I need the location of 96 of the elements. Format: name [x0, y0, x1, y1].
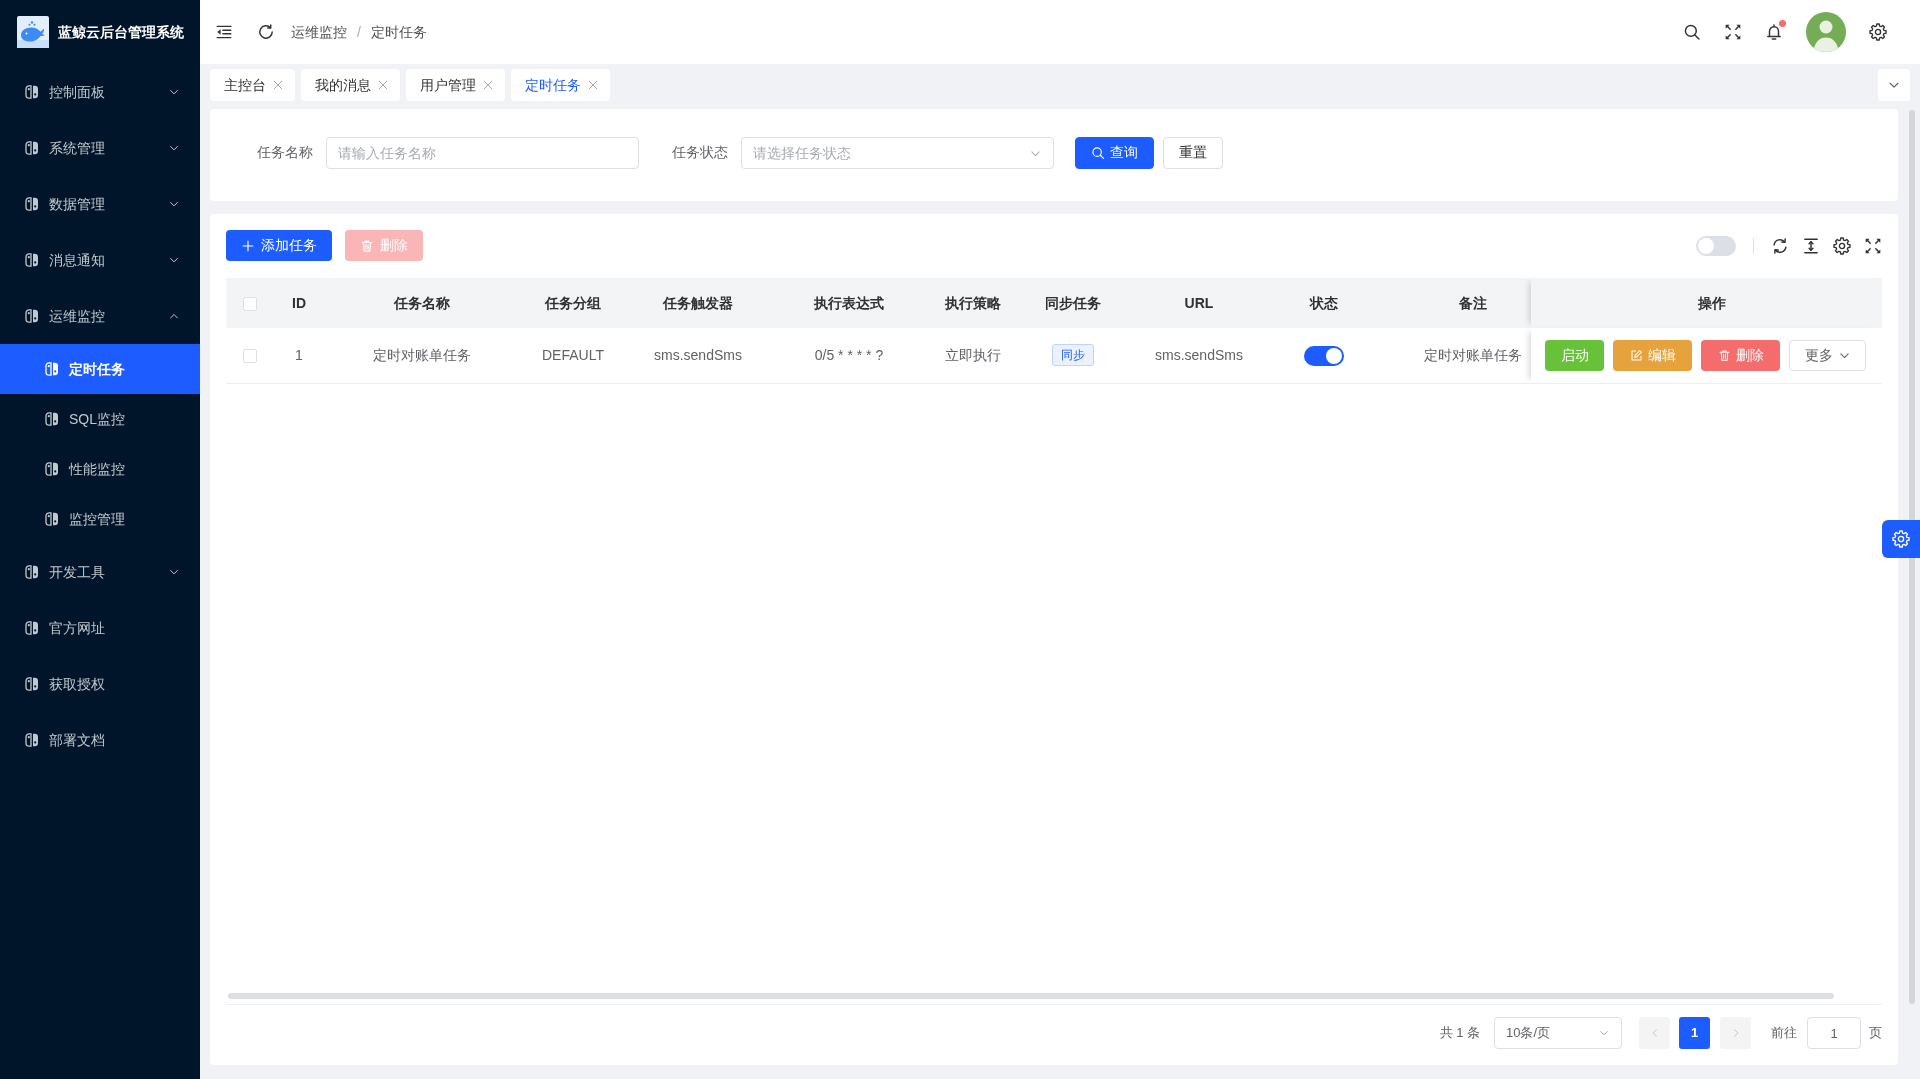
- sidebar-item[interactable]: 开发工具: [0, 544, 200, 600]
- table-cell: sms.sendSms: [1128, 328, 1270, 383]
- row-checkbox[interactable]: [243, 349, 257, 364]
- close-icon[interactable]: [483, 80, 493, 90]
- status-switch[interactable]: [1304, 345, 1344, 366]
- select-all-checkbox[interactable]: [243, 296, 257, 311]
- close-icon[interactable]: [588, 80, 598, 90]
- page-tab[interactable]: 定时任务: [511, 69, 610, 101]
- app-title: 蓝鲸云后台管理系统: [58, 22, 184, 42]
- column-header: 备注: [1378, 278, 1531, 328]
- table-cell: DEFAULT: [520, 328, 626, 383]
- column-header: 操作: [1531, 278, 1882, 328]
- reset-button[interactable]: 重置: [1163, 136, 1223, 169]
- controller-icon: [44, 511, 60, 527]
- page-unit-label: 页: [1869, 1024, 1882, 1043]
- controller-icon: [44, 361, 60, 377]
- field-label: 任务状态: [672, 143, 728, 162]
- sidebar-item[interactable]: 监控管理: [0, 494, 200, 544]
- horizontal-scrollbar[interactable]: [228, 993, 1834, 999]
- sidebar-item[interactable]: 部署文档: [0, 712, 200, 768]
- breadcrumb-current: 定时任务: [370, 22, 427, 42]
- controller-icon: [24, 308, 40, 324]
- column-header: URL: [1128, 278, 1270, 328]
- text-input[interactable]: 请输入任务名称: [326, 136, 639, 169]
- breadcrumb-link[interactable]: 运维监控: [291, 21, 347, 43]
- search-button[interactable]: 查询: [1075, 136, 1154, 169]
- refresh-icon[interactable]: [1771, 236, 1789, 255]
- sidebar-item[interactable]: 控制面板: [0, 64, 200, 120]
- trash-icon: [1717, 348, 1731, 362]
- table-cell: 1: [274, 328, 324, 383]
- refresh-icon[interactable]: [257, 23, 275, 41]
- breadcrumb-separator: /: [357, 22, 361, 42]
- user-avatar[interactable]: [1806, 12, 1846, 52]
- table-cell: 0/5 * * * * ?: [770, 328, 928, 383]
- page-button[interactable]: 1: [1679, 1017, 1710, 1049]
- sidebar-item[interactable]: 数据管理: [0, 176, 200, 232]
- column-header: ID: [274, 278, 324, 328]
- edit-icon: [1629, 348, 1643, 362]
- close-icon[interactable]: [273, 80, 283, 90]
- total-count: 共 1 条: [1439, 1024, 1480, 1043]
- settings-float-button[interactable]: [1882, 520, 1920, 558]
- vertical-scrollbar[interactable]: [1909, 110, 1915, 1004]
- controller-icon: [24, 84, 40, 100]
- column-header: 同步任务: [1018, 278, 1128, 328]
- search-icon: [1091, 145, 1105, 160]
- search-icon[interactable]: [1683, 23, 1701, 41]
- toggle-switch[interactable]: [1696, 235, 1736, 256]
- controller-icon: [24, 732, 40, 748]
- sidebar-item[interactable]: SQL监控: [0, 394, 200, 444]
- more-button[interactable]: 更多: [1789, 339, 1866, 371]
- column-header: 执行策略: [928, 278, 1018, 328]
- select-field[interactable]: 请选择任务状态: [741, 136, 1054, 169]
- table-cell: sms.sendSms: [626, 328, 770, 383]
- controller-icon: [24, 676, 40, 692]
- column-header: 任务名称: [324, 278, 520, 328]
- page-tab[interactable]: 我的消息: [301, 69, 400, 101]
- fullscreen-icon[interactable]: [1724, 23, 1742, 41]
- bell-icon[interactable]: [1765, 23, 1783, 41]
- page-tab[interactable]: 用户管理: [406, 69, 505, 101]
- controller-icon: [24, 564, 40, 580]
- controller-icon: [44, 461, 60, 477]
- menu-icon[interactable]: [215, 23, 233, 41]
- field-label: 任务名称: [257, 143, 313, 162]
- settings-icon[interactable]: [1869, 23, 1887, 41]
- controller-icon: [24, 620, 40, 636]
- plus-icon: [241, 238, 255, 253]
- add-button[interactable]: 添加任务: [226, 230, 332, 261]
- settings-icon[interactable]: [1833, 236, 1851, 255]
- column-header: 执行表达式: [770, 278, 928, 328]
- table-cell: 定时对账单任务: [324, 328, 520, 383]
- trash-icon: [360, 238, 374, 253]
- close-icon[interactable]: [378, 80, 388, 90]
- fullscreen-icon[interactable]: [1864, 236, 1882, 255]
- column-header: 任务分组: [520, 278, 626, 328]
- controller-icon: [24, 140, 40, 156]
- column-header: 任务触发器: [626, 278, 770, 328]
- page-tab[interactable]: 主控台: [210, 69, 295, 101]
- column-header: 状态: [1270, 278, 1378, 328]
- sidebar-item[interactable]: 系统管理: [0, 120, 200, 176]
- sync-tag: 同步: [1052, 344, 1094, 367]
- settings-icon: [1892, 530, 1910, 548]
- controller-icon: [44, 411, 60, 427]
- page-input[interactable]: 1: [1807, 1017, 1861, 1049]
- whale-icon: [17, 16, 49, 48]
- goto-label: 前往: [1771, 1024, 1797, 1043]
- sidebar-item[interactable]: 官方网址: [0, 600, 200, 656]
- row-height-icon[interactable]: [1802, 236, 1820, 255]
- sidebar-item[interactable]: 获取授权: [0, 656, 200, 712]
- table-cell: 立即执行: [928, 328, 1018, 383]
- sidebar-item[interactable]: 性能监控: [0, 444, 200, 494]
- sidebar-item[interactable]: 消息通知: [0, 232, 200, 288]
- controller-icon: [24, 196, 40, 212]
- page-size-select[interactable]: 10条/页: [1494, 1017, 1622, 1049]
- sidebar-item[interactable]: 定时任务: [0, 344, 200, 394]
- controller-icon: [24, 252, 40, 268]
- sidebar-item[interactable]: 运维监控: [0, 288, 200, 344]
